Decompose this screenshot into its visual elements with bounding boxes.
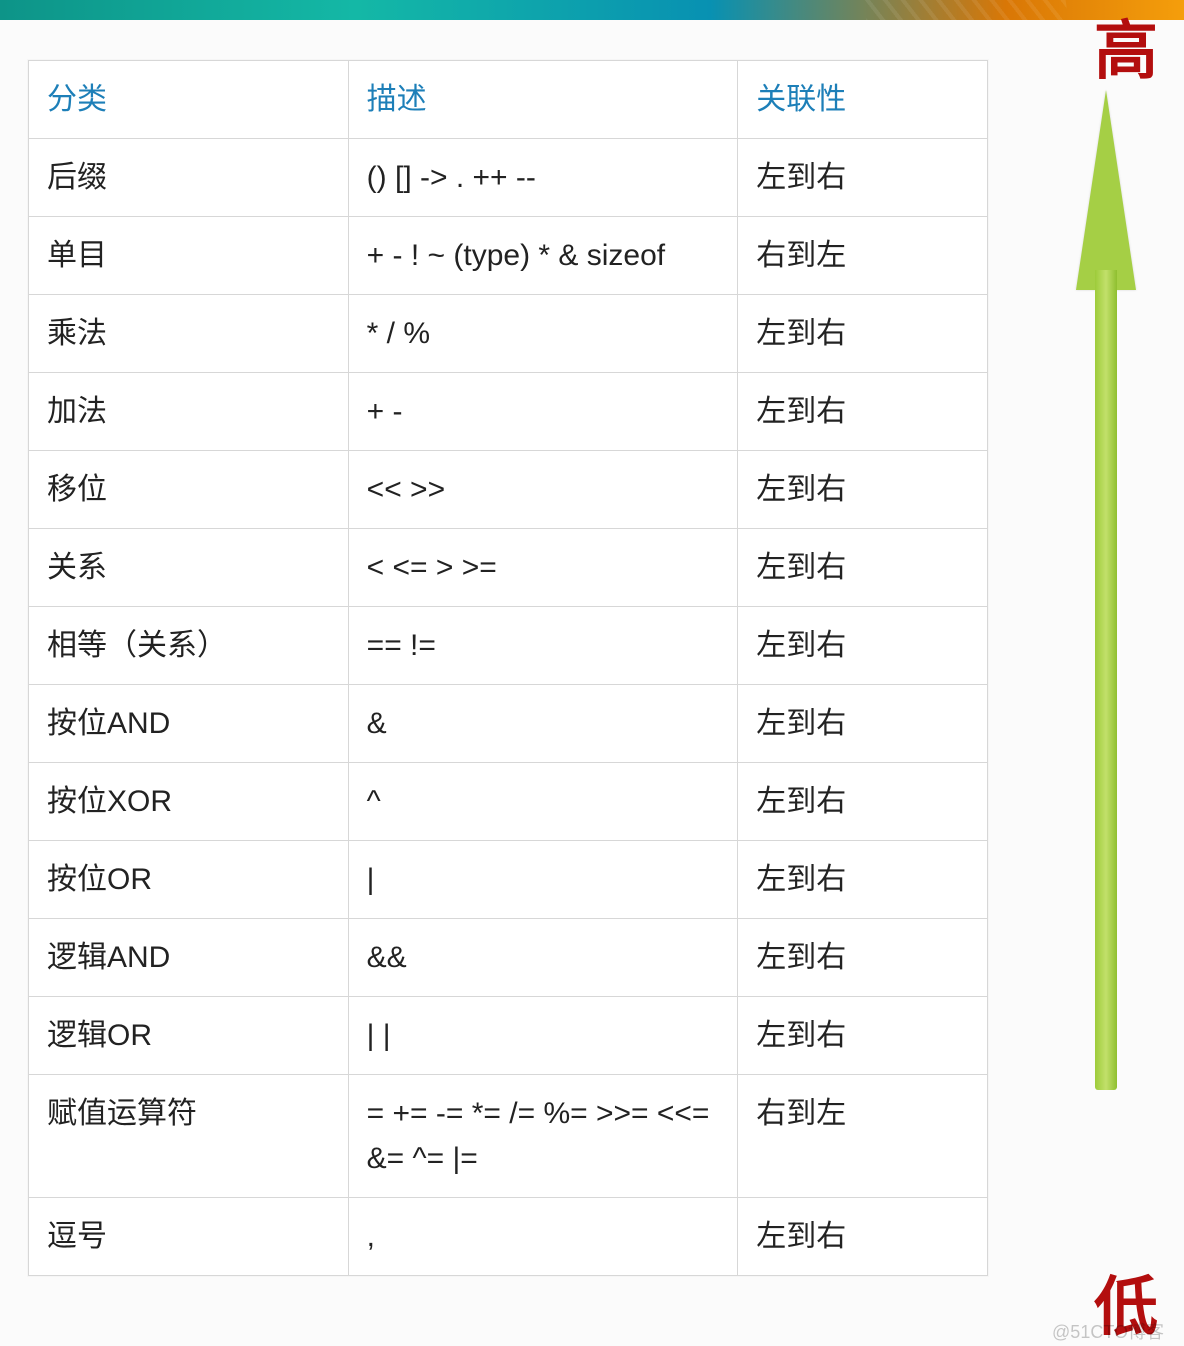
cell-category: 按位AND [29,685,349,763]
cell-category: 后缀 [29,139,349,217]
cell-associativity: 左到右 [738,529,988,607]
cell-associativity: 左到右 [738,607,988,685]
cell-associativity: 左到右 [738,295,988,373]
cell-description: , [348,1198,738,1276]
cell-description: + - ! ~ (type) * & sizeof [348,217,738,295]
table-row: 按位XOR^左到右 [29,763,988,841]
operator-precedence-table: 分类 描述 关联性 后缀() [] -> . ++ --左到右单目+ - ! ~… [28,60,988,1276]
table-row: 移位<< >>左到右 [29,451,988,529]
cell-category: 乘法 [29,295,349,373]
cell-category: 逻辑AND [29,919,349,997]
cell-description: & [348,685,738,763]
cell-associativity: 左到右 [738,919,988,997]
cell-description: = += -= *= /= %= >>= <<= &= ^= |= [348,1075,738,1198]
header-description: 描述 [348,61,738,139]
table-row: 乘法* / %左到右 [29,295,988,373]
priority-arrow-icon [1076,90,1136,1090]
cell-associativity: 左到右 [738,841,988,919]
cell-category: 移位 [29,451,349,529]
table-row: 单目+ - ! ~ (type) * & sizeof右到左 [29,217,988,295]
table-header-row: 分类 描述 关联性 [29,61,988,139]
header-associativity: 关联性 [738,61,988,139]
cell-category: 相等（关系） [29,607,349,685]
header-category: 分类 [29,61,349,139]
cell-description: | | [348,997,738,1075]
table-row: 关系< <= > >=左到右 [29,529,988,607]
cell-category: 逻辑OR [29,997,349,1075]
table-row: 后缀() [] -> . ++ --左到右 [29,139,988,217]
table-row: 赋值运算符= += -= *= /= %= >>= <<= &= ^= |=右到… [29,1075,988,1198]
cell-associativity: 左到右 [738,1198,988,1276]
cell-description: | [348,841,738,919]
cell-category: 按位XOR [29,763,349,841]
cell-associativity: 左到右 [738,763,988,841]
cell-description: * / % [348,295,738,373]
label-high-priority: 高 [1094,20,1158,84]
table-row: 按位AND&左到右 [29,685,988,763]
cell-description: < <= > >= [348,529,738,607]
table-row: 相等（关系）== !=左到右 [29,607,988,685]
page-content: 高 分类 描述 关联性 后缀() [] -> . ++ --左到右单目+ - !… [0,20,1184,1346]
table-row: 加法+ -左到右 [29,373,988,451]
cell-description: ^ [348,763,738,841]
cell-associativity: 左到右 [738,373,988,451]
table-row: 按位OR|左到右 [29,841,988,919]
cell-description: && [348,919,738,997]
cell-description: + - [348,373,738,451]
cell-associativity: 右到左 [738,1075,988,1198]
cell-description: << >> [348,451,738,529]
cell-category: 加法 [29,373,349,451]
cell-associativity: 左到右 [738,139,988,217]
cell-category: 单目 [29,217,349,295]
table-row: 逗号,左到右 [29,1198,988,1276]
cell-associativity: 左到右 [738,451,988,529]
cell-associativity: 左到右 [738,685,988,763]
cell-description: () [] -> . ++ -- [348,139,738,217]
cell-description: == != [348,607,738,685]
cell-category: 赋值运算符 [29,1075,349,1198]
table-row: 逻辑OR| |左到右 [29,997,988,1075]
top-decorative-banner [0,0,1184,20]
cell-category: 逗号 [29,1198,349,1276]
watermark-text: @51CTO博客 [1052,1318,1164,1344]
table-row: 逻辑AND&&左到右 [29,919,988,997]
cell-category: 按位OR [29,841,349,919]
cell-category: 关系 [29,529,349,607]
cell-associativity: 左到右 [738,997,988,1075]
cell-associativity: 右到左 [738,217,988,295]
